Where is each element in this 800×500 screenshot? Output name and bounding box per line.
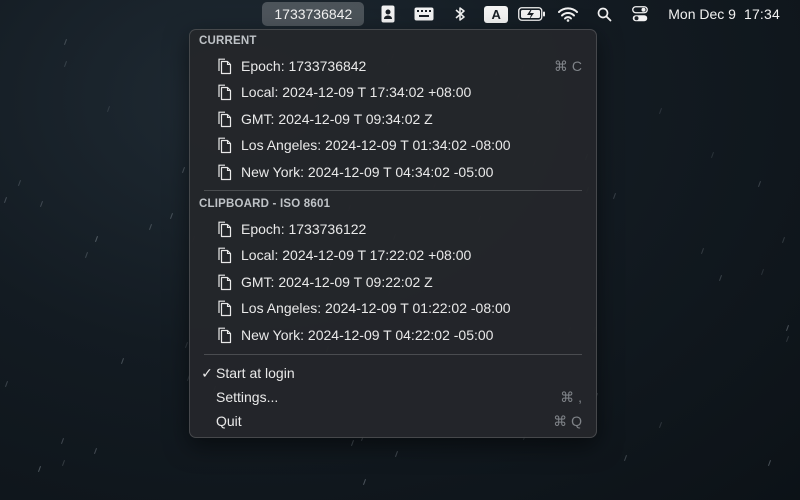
menu-item-label: Epoch: 1733736122	[241, 221, 367, 237]
control-center-icon[interactable]	[622, 2, 658, 26]
copy-document-icon	[215, 219, 235, 239]
copy-document-icon	[215, 272, 235, 292]
menu-item-current-new-york[interactable]: New York: 2024-12-09 T 04:34:02 -05:00	[190, 159, 596, 185]
divider	[204, 190, 582, 191]
quit-shortcut: ⌘ Q	[553, 412, 582, 429]
section-title-clipboard: CLIPBOARD - ISO 8601	[199, 198, 331, 210]
settings-shortcut: ⌘ ,	[560, 388, 582, 405]
epoch-menu-extra-label: 1733736842	[274, 6, 353, 22]
menu-item-label: Local: 2024-12-09 T 17:22:02 +08:00	[241, 247, 472, 263]
checkmark-icon: ✓	[201, 364, 213, 381]
menu-item-clipboard-los-angeles[interactable]: Los Angeles: 2024-12-09 T 01:22:02 -08:0…	[190, 295, 596, 321]
copy-document-icon	[215, 56, 235, 76]
menu-item-label: New York: 2024-12-09 T 04:22:02 -05:00	[241, 327, 494, 343]
menu-item-label: Settings...	[216, 389, 279, 405]
contact-card-icon[interactable]	[370, 2, 406, 26]
menu-item-label: Los Angeles: 2024-12-09 T 01:22:02 -08:0…	[241, 300, 511, 316]
copy-document-icon	[215, 298, 235, 318]
menu-item-label: Epoch: 1733736842	[241, 58, 367, 74]
copy-document-icon	[215, 245, 235, 265]
menu-item-settings[interactable]: Settings... ⌘ ,	[190, 385, 596, 409]
search-icon[interactable]	[586, 2, 622, 26]
menu-item-start-at-login[interactable]: ✓ Start at login	[190, 361, 596, 385]
battery-charging-icon[interactable]	[514, 2, 550, 26]
menu-item-label: GMT: 2024-12-09 T 09:22:02 Z	[241, 274, 433, 290]
wifi-icon[interactable]	[550, 2, 586, 26]
menu-item-quit[interactable]: Quit ⌘ Q	[190, 409, 596, 433]
menu-item-clipboard-epoch[interactable]: Epoch: 1733736122	[190, 216, 596, 242]
menu-item-label: New York: 2024-12-09 T 04:34:02 -05:00	[241, 164, 494, 180]
menu-item-current-epoch[interactable]: Epoch: 1733736842 ⌘ C	[190, 53, 596, 79]
copy-document-icon	[215, 135, 235, 155]
menu-item-label: Start at login	[216, 365, 295, 381]
menu-item-clipboard-gmt[interactable]: GMT: 2024-12-09 T 09:22:02 Z	[190, 269, 596, 295]
input-source-a-icon[interactable]: A	[478, 2, 514, 26]
divider	[204, 354, 582, 355]
menubar-date[interactable]: Mon Dec 9	[658, 2, 736, 26]
copy-document-icon	[215, 82, 235, 102]
menubar-time[interactable]: 17:34	[736, 2, 800, 26]
bluetooth-icon[interactable]	[442, 2, 478, 26]
keyboard-icon[interactable]	[406, 2, 442, 26]
menu-item-label: GMT: 2024-12-09 T 09:34:02 Z	[241, 111, 433, 127]
epoch-menu-extra[interactable]: 1733736842	[262, 2, 365, 26]
menu-item-current-local[interactable]: Local: 2024-12-09 T 17:34:02 +08:00	[190, 79, 596, 105]
copy-document-icon	[215, 162, 235, 182]
menu-item-current-los-angeles[interactable]: Los Angeles: 2024-12-09 T 01:34:02 -08:0…	[190, 132, 596, 158]
copy-document-icon	[215, 325, 235, 345]
menu-item-clipboard-local[interactable]: Local: 2024-12-09 T 17:22:02 +08:00	[190, 242, 596, 268]
menu-item-current-gmt[interactable]: GMT: 2024-12-09 T 09:34:02 Z	[190, 106, 596, 132]
menu-bar: 1733736842 A Mon Dec 9 17:34	[0, 0, 800, 28]
menu-item-clipboard-new-york[interactable]: New York: 2024-12-09 T 04:22:02 -05:00	[190, 322, 596, 348]
section-title-current: CURRENT	[199, 35, 257, 47]
menu-item-label: Los Angeles: 2024-12-09 T 01:34:02 -08:0…	[241, 137, 511, 153]
menu-item-label: Quit	[216, 413, 242, 429]
input-source-letter: A	[484, 5, 509, 23]
menu-item-label: Local: 2024-12-09 T 17:34:02 +08:00	[241, 84, 472, 100]
epoch-dropdown-menu: CURRENT Epoch: 1733736842 ⌘ C Local: 202…	[189, 29, 597, 438]
copy-document-icon	[215, 109, 235, 129]
copy-shortcut: ⌘ C	[554, 57, 582, 74]
